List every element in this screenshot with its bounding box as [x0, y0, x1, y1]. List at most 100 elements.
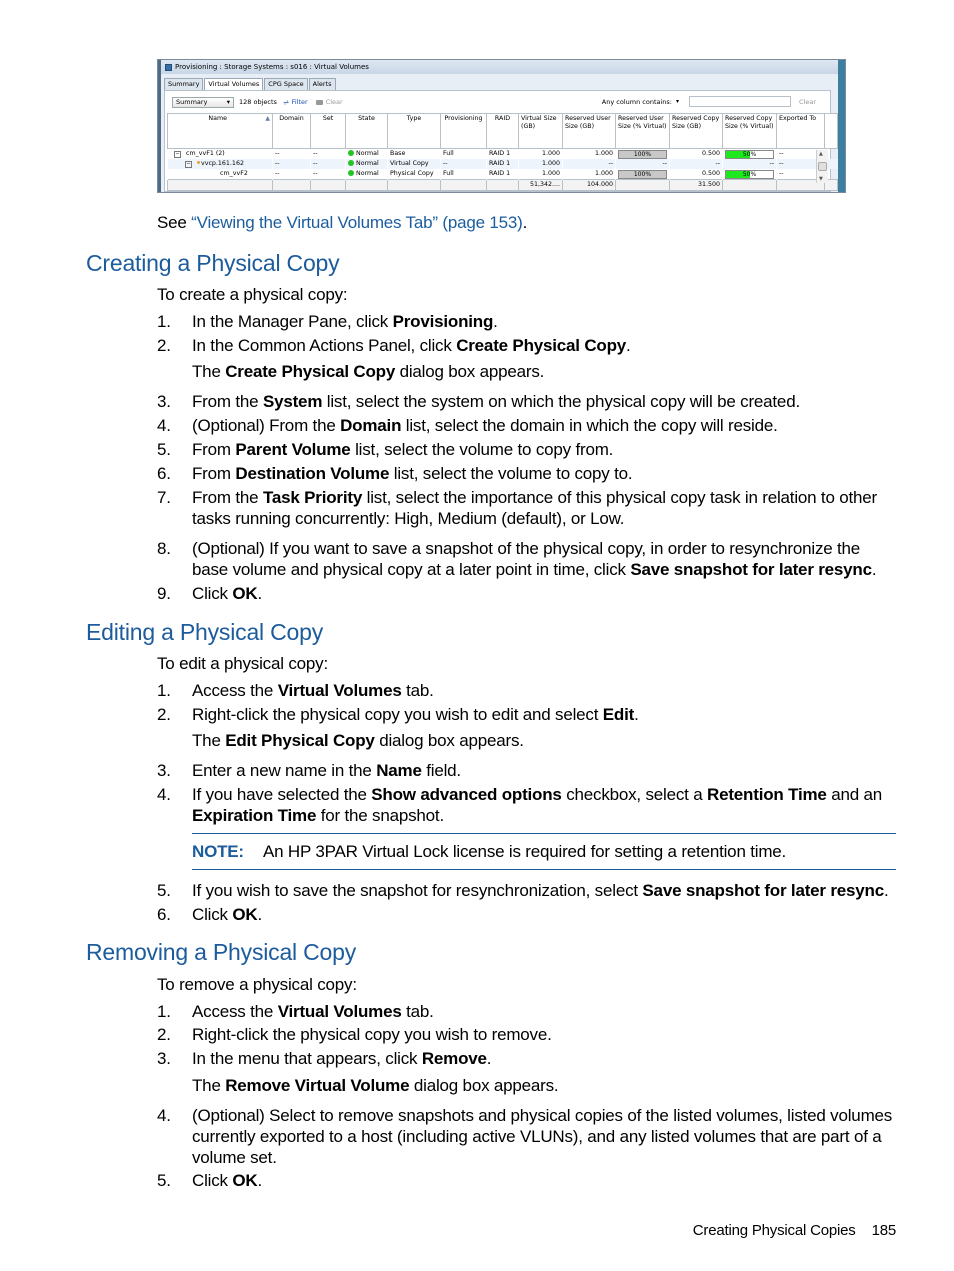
ui-term: System [262, 392, 323, 411]
cell-provisioning: Full [443, 170, 454, 177]
totals-cell: 31.500 [669, 179, 723, 191]
view-select-value: Summary [176, 98, 208, 106]
step-number: 4. [157, 1106, 171, 1125]
column-header-provisioning[interactable]: Provisioning [440, 113, 487, 149]
scroll-thumb[interactable] [818, 162, 827, 171]
column-header-raid[interactable]: RAID [486, 113, 519, 149]
text-run: . [883, 881, 889, 900]
column-header-exported-to[interactable]: Exported To [776, 113, 825, 149]
text-run: If you have selected the [192, 785, 372, 804]
step-text: From the Task Priority list, select the … [192, 487, 897, 529]
step-number: 2. [157, 705, 171, 724]
table-row[interactable]: − vvcp.161.162 -- -- Normal Virtual Copy -- RAI… [167, 159, 838, 169]
ui-term: Retention Time [707, 785, 827, 804]
status-ok-icon [348, 150, 354, 156]
text-run: From [192, 440, 236, 459]
dialog-appears-text: The Remove Virtual Volume dialog box app… [192, 1076, 559, 1096]
column-search-input[interactable] [689, 96, 791, 107]
table-row[interactable]: cm_vvF2 -- -- Normal Physical Copy Full RAID 1… [168, 169, 838, 180]
cell-domain: -- [272, 159, 311, 169]
text-run: dialog box appears. [374, 731, 524, 750]
text-run: If you wish to save the snapshot for res… [192, 881, 643, 900]
text-run: for the snapshot. [316, 806, 444, 825]
tab-alerts[interactable]: Alerts [308, 78, 336, 90]
step-text: From Destination Volume list, select the… [192, 463, 897, 484]
totals-cell [272, 179, 311, 191]
cell-name: − cm_vvF1 (2) [168, 149, 273, 160]
footer-section-title: Creating Physical Copies [692, 1222, 856, 1239]
cell-virtual-size: 1.000 [518, 159, 563, 169]
column-header-domain[interactable]: Domain [272, 113, 311, 149]
clear-filter-button[interactable]: Clear [315, 98, 343, 106]
see-also-link[interactable]: “Viewing the Virtual Volumes Tab” (page … [191, 213, 523, 232]
cell-name: − vvcp.161.162 [167, 159, 273, 169]
virtual-volumes-screenshot: Provisioning : Storage Systems : s016 : … [157, 59, 846, 193]
column-header-set[interactable]: Set [310, 113, 346, 149]
column-header-type[interactable]: Type [387, 113, 441, 149]
step-number: 5. [157, 1171, 171, 1190]
window-right-edge [838, 60, 845, 192]
column-search: Any column contains: ▾ Clear [602, 96, 816, 107]
cell-provisioning: -- [440, 159, 487, 169]
cell-reserved-copy: -- [669, 159, 723, 169]
text-run: list, select the volume to copy to. [389, 464, 633, 483]
totals-cell [310, 179, 346, 191]
column-header-reserved-user-size[interactable]: Reserved User Size (GB) [562, 113, 616, 149]
vertical-scrollbar[interactable]: ▲ ▼ [816, 150, 828, 183]
text-run: list, select the system on which the phy… [322, 392, 800, 411]
table-row[interactable]: − cm_vvF1 (2) -- -- Normal Base Full RAID 1 1.00… [168, 149, 838, 160]
search-clear-button[interactable]: Clear [799, 98, 816, 106]
cell-reserved-copy: 0.500 [701, 170, 720, 177]
filter-button[interactable]: ⩫ Filter [283, 98, 308, 107]
text-run: . [493, 312, 498, 331]
tab-cpg-space[interactable]: CPG Space [264, 78, 308, 90]
ui-term: Create Physical Copy [225, 362, 396, 381]
view-select[interactable]: Summary ▾ [172, 96, 234, 108]
virtual-volumes-table: Name ▲ Domain Set State Type Provisioning… [167, 113, 838, 191]
remove-intro: To remove a physical copy: [157, 975, 357, 994]
text-run: checkbox, select a [561, 785, 707, 804]
ui-term: Save snapshot for later resync [630, 560, 872, 579]
volume-name: cm_vvF2 [220, 170, 248, 177]
tab-summary[interactable]: Summary [164, 78, 204, 90]
column-header-virtual-size[interactable]: Virtual Size (GB) [518, 113, 563, 149]
ui-term: OK [232, 905, 258, 924]
step-number: 4. [157, 785, 171, 804]
column-header-reserved-copy-size[interactable]: Reserved Copy Size (GB) [669, 113, 723, 149]
collapse-toggle-icon[interactable]: − [174, 151, 181, 158]
filter-icon: ⩫ [282, 97, 290, 107]
text-run: Click [192, 584, 233, 603]
text-run: From the [192, 392, 263, 411]
column-header-name[interactable]: Name ▲ [167, 113, 273, 149]
reserved-user-pct-bar: 100% [618, 169, 667, 179]
totals-cell [167, 179, 273, 191]
collapse-toggle-icon[interactable]: − [185, 161, 192, 168]
ui-term: Virtual Volumes [277, 681, 402, 700]
step-number: 2. [157, 1025, 171, 1044]
step-number: 8. [157, 539, 171, 558]
note-callout: NOTE: An HP 3PAR Virtual Lock license is… [192, 833, 896, 870]
cell-domain: -- [275, 150, 280, 157]
scroll-down-icon[interactable]: ▼ [819, 176, 823, 182]
text-run: . [257, 905, 262, 924]
ui-term: Name [376, 761, 422, 780]
tab-bar: Summary Virtual Volumes CPG Space Alerts [164, 78, 337, 93]
scroll-up-icon[interactable]: ▲ [819, 151, 823, 157]
step-text: (Optional) From the Domain list, select … [192, 415, 897, 436]
column-header-reserved-user-pct[interactable]: Reserved User Size (% Virtual) [615, 113, 670, 149]
cell-reserved-user: 1.000 [594, 170, 613, 177]
column-dropdown-icon[interactable]: ▾ [676, 98, 679, 105]
ui-term: Domain [340, 416, 402, 435]
any-column-label: Any column contains: [601, 97, 672, 106]
step-number: 3. [157, 1049, 171, 1068]
cell-type: Base [390, 150, 406, 157]
cell-reserved-user: 1.000 [594, 150, 613, 157]
cell-set: -- [313, 150, 318, 157]
ui-term: Show advanced options [371, 785, 562, 804]
text-run: Right-click the physical copy you wish t… [192, 1025, 552, 1044]
column-header-state[interactable]: State [345, 113, 388, 149]
column-header-reserved-copy-pct[interactable]: Reserved Copy Size (% Virtual) [722, 113, 777, 149]
step-text: (Optional) Select to remove snapshots an… [192, 1105, 897, 1168]
step-text: From the System list, select the system … [192, 391, 897, 412]
step-text: Right-click the physical copy you wish t… [192, 1024, 897, 1045]
